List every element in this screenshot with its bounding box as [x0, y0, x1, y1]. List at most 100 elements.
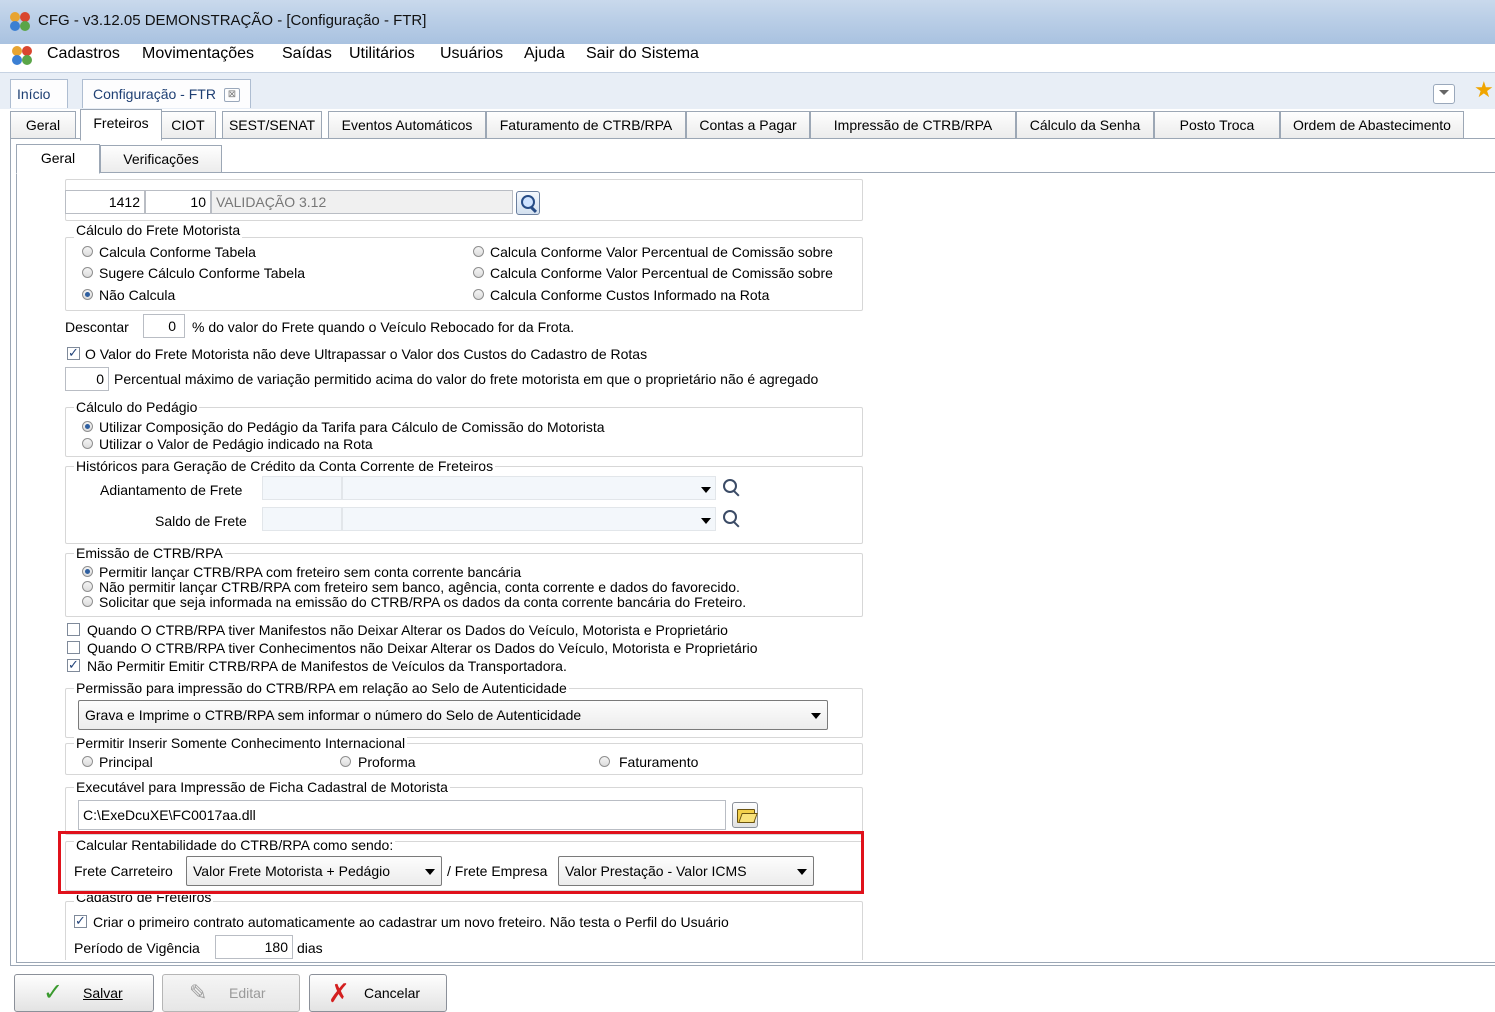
- save-button[interactable]: ✓ Salvar: [14, 974, 154, 1012]
- radio-percentual-comissao-1[interactable]: [473, 246, 484, 257]
- adiantamento-select[interactable]: [342, 476, 716, 500]
- pedagio-title: Cálculo do Pedágio: [74, 399, 200, 415]
- internacional-title: Permitir Inserir Somente Conhecimento In…: [74, 735, 408, 751]
- calc-frete-title: Cálculo do Frete Motorista: [74, 222, 243, 238]
- radio-custos-rota[interactable]: [473, 289, 484, 300]
- vigencia-field[interactable]: 180: [215, 935, 293, 959]
- cdc-description-field: VALIDAÇÃO 3.12: [211, 190, 513, 214]
- radio-faturamento[interactable]: [599, 756, 610, 767]
- radio-emissao-nao-permitir[interactable]: [82, 581, 93, 592]
- vigencia-label: Período de Vigência: [74, 940, 200, 956]
- radio-nao-calcula[interactable]: [82, 289, 93, 300]
- check-nao-permitir-emitir[interactable]: [67, 657, 80, 673]
- saldo-select[interactable]: [342, 507, 716, 531]
- radio-proforma[interactable]: [340, 756, 351, 767]
- menu-movimentacoes[interactable]: Movimentações: [142, 45, 254, 63]
- tab-sest-senat[interactable]: SEST/SENAT: [222, 111, 322, 139]
- saldo-search-icon[interactable]: [722, 509, 742, 529]
- label-sugere-calculo: Sugere Cálculo Conforme Tabela: [99, 265, 305, 281]
- selo-select[interactable]: Grava e Imprime o CTRB/RPA sem informar …: [78, 700, 828, 730]
- menu-usuarios[interactable]: Usuários: [440, 45, 503, 63]
- radio-principal[interactable]: [82, 756, 93, 767]
- adiantamento-code-field[interactable]: [262, 476, 342, 500]
- doc-tab-inicio[interactable]: Início: [10, 79, 68, 108]
- radio-calcula-tabela[interactable]: [82, 246, 93, 257]
- label-percentual-comissao-2: Calcula Conforme Valor Percentual de Com…: [490, 265, 833, 281]
- adiantamento-label: Adiantamento de Frete: [100, 482, 243, 498]
- radio-pedagio-tarifa[interactable]: [82, 421, 93, 432]
- desconto-field[interactable]: 0: [143, 314, 185, 338]
- doc-tab-inicio-label: Início: [17, 86, 51, 102]
- radio-sugere-calculo[interactable]: [82, 267, 93, 278]
- folder-open-icon[interactable]: [732, 802, 758, 828]
- radio-percentual-comissao-2[interactable]: [473, 267, 484, 278]
- label-criar-contrato: Criar o primeiro contrato automaticament…: [93, 914, 729, 930]
- subtab-geral[interactable]: Geral: [16, 144, 100, 174]
- emissao-title: Emissão de CTRB/RPA: [74, 545, 225, 561]
- label-emissao-nao-permitir: Não permitir lançar CTRB/RPA com freteir…: [99, 579, 740, 595]
- document-tab-bar: Início Configuração - FTR ⊠ ★: [0, 72, 1495, 109]
- percentual-label: Percentual máximo de variação permitido …: [114, 371, 819, 387]
- cdc-sub-field[interactable]: 10: [145, 190, 211, 214]
- menu-ajuda[interactable]: Ajuda: [524, 45, 565, 63]
- vigencia-unit: dias: [297, 940, 323, 956]
- subtab-verificacoes[interactable]: Verificações: [100, 145, 222, 173]
- tab-posto-troca[interactable]: Posto Troca: [1154, 111, 1280, 139]
- cancel-button[interactable]: ✗ Cancelar: [309, 974, 447, 1012]
- tab-geral[interactable]: Geral: [10, 111, 76, 139]
- desconto-suffix: % do valor do Frete quando o Veículo Reb…: [192, 319, 575, 335]
- check-criar-contrato[interactable]: [74, 913, 87, 929]
- title-bar: CFG - v3.12.05 DEMONSTRAÇÃO - [Configura…: [0, 0, 1495, 44]
- label-percentual-comissao-1: Calcula Conforme Valor Percentual de Com…: [490, 244, 833, 260]
- tab-eventos-automaticos[interactable]: Eventos Automáticos: [328, 111, 486, 139]
- tab-calculo-senha[interactable]: Cálculo da Senha: [1016, 111, 1154, 139]
- tab-impressao-ctrb[interactable]: Impressão de CTRB/RPA: [810, 111, 1016, 139]
- label-emissao-solicitar: Solicitar que seja informada na emissão …: [99, 594, 747, 610]
- star-icon[interactable]: ★: [1474, 77, 1494, 103]
- radio-emissao-solicitar[interactable]: [82, 596, 93, 607]
- check-valor-frete[interactable]: [67, 345, 80, 361]
- tab-ordem-abastecimento[interactable]: Ordem de Abastecimento: [1280, 111, 1464, 139]
- label-principal: Principal: [99, 754, 153, 770]
- label-emissao-permitir: Permitir lançar CTRB/RPA com freteiro se…: [99, 564, 522, 580]
- label-proforma: Proforma: [358, 754, 416, 770]
- saldo-code-field[interactable]: [262, 507, 342, 531]
- menu-app-icon[interactable]: [12, 46, 34, 66]
- cancel-x-icon: ✗: [328, 978, 350, 1008]
- pencil-icon: ✎: [189, 980, 208, 1005]
- tab-faturamento-ctrb[interactable]: Faturamento de CTRB/RPA: [486, 111, 686, 139]
- edit-button[interactable]: ✎ Editar: [162, 974, 300, 1012]
- menu-sair[interactable]: Sair do Sistema: [586, 45, 699, 63]
- historicos-title: Históricos para Geração de Crédito da Co…: [74, 458, 496, 474]
- tab-contas-a-pagar[interactable]: Contas a Pagar: [686, 111, 810, 139]
- highlight-rentabilidade-box: [58, 831, 864, 894]
- menu-saidas[interactable]: Saídas: [282, 45, 332, 63]
- label-nao-permitir-emitir: Não Permitir Emitir CTRB/RPA de Manifest…: [87, 658, 567, 674]
- cdc-code-field[interactable]: 1412: [65, 190, 145, 214]
- cadastro-title: Cadastro de Freteiros: [74, 895, 214, 905]
- check-conhecimentos[interactable]: [67, 641, 80, 654]
- tab-freteiros[interactable]: Freteiros: [80, 109, 162, 141]
- app-logo-icon: [10, 12, 32, 32]
- radio-pedagio-rota[interactable]: [82, 438, 93, 449]
- window-title: CFG - v3.12.05 DEMONSTRAÇÃO - [Configura…: [38, 12, 427, 29]
- doc-tab-configuracao[interactable]: Configuração - FTR ⊠: [82, 79, 251, 108]
- cadastro-title-clip: Cadastro de Freteiros: [74, 895, 214, 905]
- tab-list-dropdown-icon[interactable]: [1433, 84, 1455, 104]
- close-tab-icon[interactable]: ⊠: [223, 88, 240, 103]
- check-manifestos[interactable]: [67, 623, 80, 636]
- search-icon[interactable]: [516, 191, 540, 215]
- selo-title: Permissão para impressão do CTRB/RPA em …: [74, 680, 569, 696]
- label-faturamento: Faturamento: [619, 754, 699, 770]
- executavel-path-field[interactable]: C:\ExeDcuXE\FC0017aa.dll: [78, 800, 726, 830]
- percentual-field[interactable]: 0: [65, 367, 109, 391]
- checkmark-icon: ✓: [43, 979, 64, 1006]
- adiantamento-search-icon[interactable]: [722, 478, 742, 498]
- tab-ciot[interactable]: CIOT: [160, 111, 216, 139]
- selo-select-value: Grava e Imprime o CTRB/RPA sem informar …: [85, 707, 582, 723]
- radio-emissao-permitir[interactable]: [82, 566, 93, 577]
- label-custos-rota: Calcula Conforme Custos Informado na Rot…: [490, 287, 770, 303]
- menu-cadastros[interactable]: Cadastros: [47, 45, 120, 63]
- cancel-button-label: Cancelar: [364, 985, 421, 1001]
- menu-utilitarios[interactable]: Utilitários: [349, 45, 415, 63]
